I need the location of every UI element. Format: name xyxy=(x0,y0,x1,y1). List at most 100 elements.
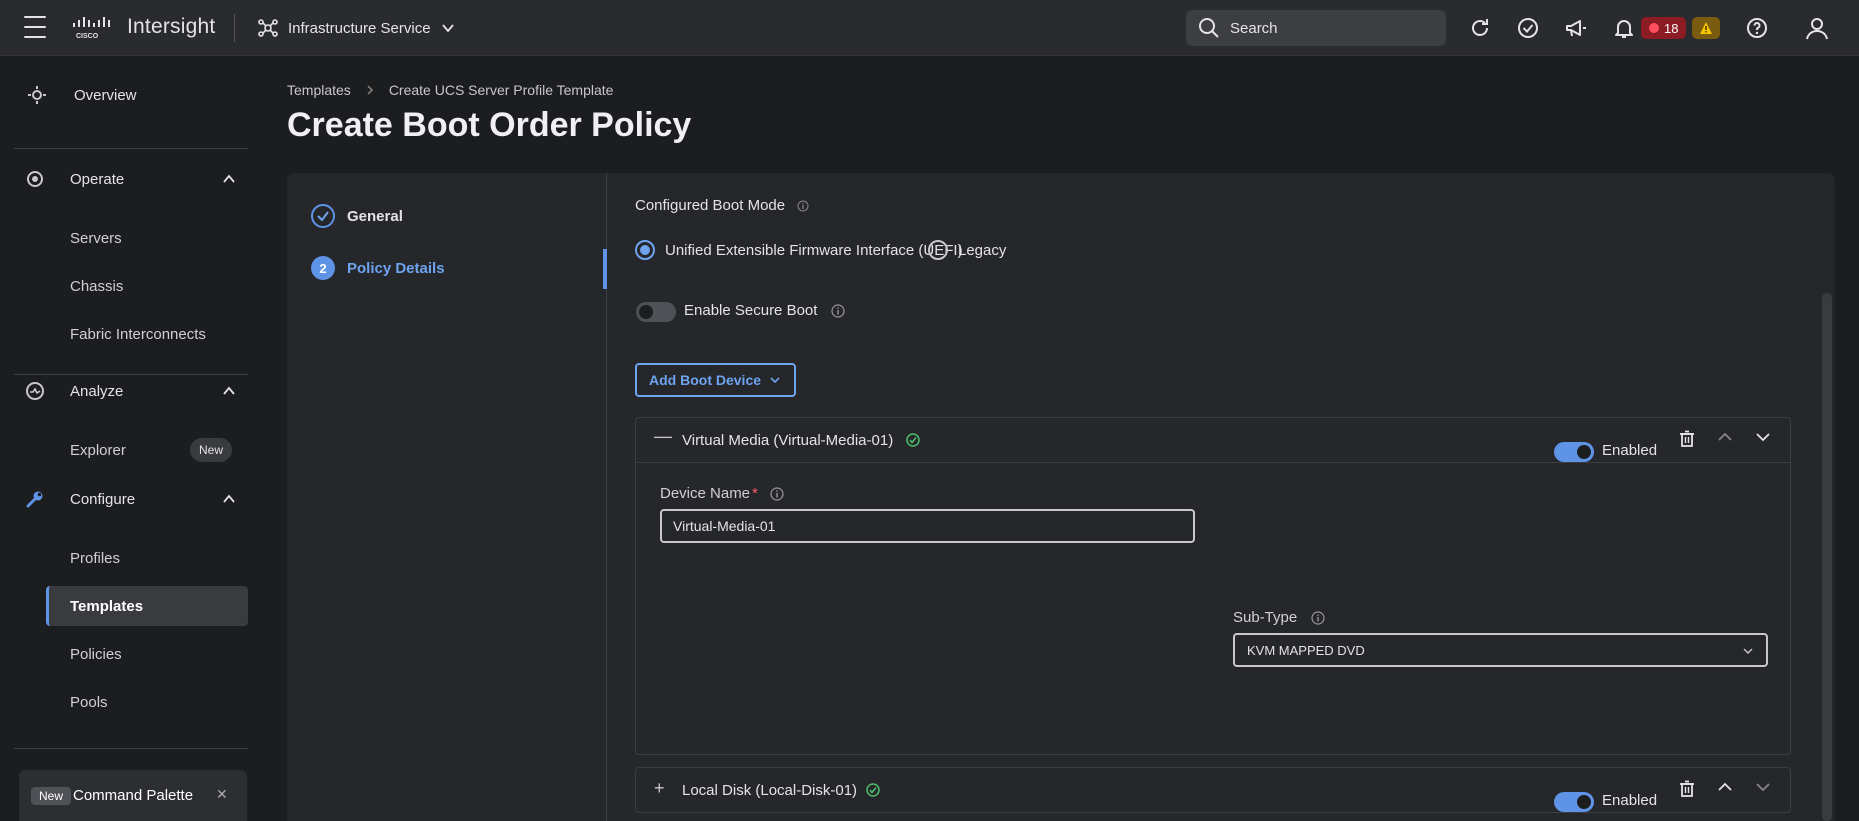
device-title: Virtual Media (Virtual-Media-01) xyxy=(682,431,894,449)
overview-label: Overview xyxy=(74,86,137,104)
radio-legacy[interactable]: Legacy xyxy=(928,240,1006,260)
radio-uefi[interactable]: Unified Extensible Firmware Interface (U… xyxy=(635,240,963,260)
warning-badge[interactable] xyxy=(1692,17,1720,39)
info-icon[interactable] xyxy=(770,486,784,501)
subtype-label: Sub-Type xyxy=(1233,609,1298,626)
device-enabled-toggle[interactable] xyxy=(1554,792,1594,812)
breadcrumb-create-template[interactable]: Create UCS Server Profile Template xyxy=(389,82,614,98)
secure-boot-label: Enable Secure Boot xyxy=(684,302,818,319)
sidebar-item-templates[interactable]: Templates xyxy=(46,586,248,626)
new-badge: New xyxy=(190,438,233,462)
boot-mode-label: Configured Boot Mode xyxy=(635,197,786,214)
breadcrumb-templates[interactable]: Templates xyxy=(287,82,351,98)
sidebar-section-configure[interactable]: Configure xyxy=(0,484,262,514)
breadcrumb: Templates Create UCS Server Profile Temp… xyxy=(287,82,613,98)
info-icon[interactable] xyxy=(1311,610,1325,625)
add-boot-device-button[interactable]: Add Boot Device xyxy=(635,363,796,397)
radio-uefi-label: Unified Extensible Firmware Interface (U… xyxy=(665,241,963,259)
expand-icon[interactable]: + xyxy=(654,778,665,799)
device-enabled-toggle[interactable] xyxy=(1554,442,1594,462)
refresh-icon[interactable] xyxy=(1466,14,1494,42)
sidebar-item-servers[interactable]: Servers xyxy=(46,218,248,258)
secure-boot-toggle[interactable] xyxy=(636,302,676,322)
subtype-heading: Sub-Type xyxy=(1233,609,1325,626)
move-up-icon[interactable] xyxy=(1714,426,1736,448)
step-general-label: General xyxy=(347,207,403,225)
device-enabled-label: Enabled xyxy=(1602,442,1658,459)
overview-icon xyxy=(26,84,48,106)
service-selector[interactable]: Infrastructure Service xyxy=(258,16,455,40)
step-policy-details-label: Policy Details xyxy=(347,259,445,277)
sidebar-item-fabric-interconnects[interactable]: Fabric Interconnects xyxy=(46,314,248,354)
help-icon[interactable] xyxy=(1743,14,1771,42)
sidebar-item-pools[interactable]: Pools xyxy=(46,682,248,722)
device-header: — Virtual Media (Virtual-Media-01) Enabl… xyxy=(636,418,1790,462)
required-asterisk: * xyxy=(752,485,758,502)
critical-alerts-badge[interactable]: 18 xyxy=(1641,17,1687,39)
device-body: Device Name * Sub-Type KVM MAPPED DVD xyxy=(636,462,1790,752)
info-icon[interactable] xyxy=(797,200,809,212)
wrench-icon xyxy=(24,488,46,510)
announcement-icon[interactable] xyxy=(1562,14,1590,42)
device-enabled-label: Enabled xyxy=(1602,792,1658,809)
boot-device-local-disk: + Local Disk (Local-Disk-01) Enabled xyxy=(635,767,1791,813)
device-name-label: Device Name xyxy=(660,485,751,502)
network-icon xyxy=(258,19,278,37)
radio-button[interactable] xyxy=(635,240,655,260)
chevron-right-icon xyxy=(367,85,373,95)
info-icon[interactable] xyxy=(831,303,846,318)
header-divider xyxy=(234,14,235,42)
trash-icon[interactable] xyxy=(1676,778,1698,800)
move-up-icon[interactable] xyxy=(1714,776,1736,798)
collapse-icon[interactable]: — xyxy=(654,426,672,447)
sidebar-divider xyxy=(14,748,248,749)
move-down-icon[interactable] xyxy=(1752,426,1774,448)
device-name-heading: Device Name * xyxy=(660,485,784,502)
tasks-check-icon[interactable] xyxy=(1514,14,1542,42)
svg-text:CISCO: CISCO xyxy=(76,33,99,40)
scrollbar[interactable] xyxy=(1822,293,1832,821)
user-icon[interactable] xyxy=(1803,14,1831,42)
menu-icon[interactable] xyxy=(22,16,48,38)
check-icon xyxy=(311,204,335,228)
step-policy-details[interactable]: 2 Policy Details xyxy=(311,256,445,280)
sidebar-item-chassis[interactable]: Chassis xyxy=(46,266,248,306)
policy-details-content: Configured Boot Mode Unified Extensible … xyxy=(607,173,1815,821)
sidebar-item-overview[interactable]: Overview xyxy=(0,80,262,110)
chevron-up-icon xyxy=(223,494,235,503)
search-input[interactable] xyxy=(1230,19,1430,37)
service-label: Infrastructure Service xyxy=(288,19,431,37)
alerts-count: 18 xyxy=(1664,20,1679,36)
sidebar: Overview Operate Servers Chassis Fabric … xyxy=(0,56,262,821)
radio-button[interactable] xyxy=(928,240,948,260)
page-title: Create Boot Order Policy xyxy=(287,106,692,144)
radio-legacy-label: Legacy xyxy=(958,241,1007,259)
subtype-select[interactable]: KVM MAPPED DVD xyxy=(1233,633,1768,667)
device-name-input[interactable] xyxy=(660,509,1195,543)
step-general[interactable]: General xyxy=(311,204,403,228)
sidebar-item-profiles[interactable]: Profiles xyxy=(46,538,248,578)
warning-icon xyxy=(1700,22,1712,34)
operate-label: Operate xyxy=(70,170,125,188)
secure-boot-row: Enable Secure Boot xyxy=(684,302,846,319)
trash-icon[interactable] xyxy=(1676,428,1698,450)
bell-icon[interactable] xyxy=(1610,14,1638,42)
chevron-down-icon xyxy=(770,377,780,384)
chevron-down-icon xyxy=(441,24,454,33)
wizard-panel: General 2 Policy Details Configured Boot… xyxy=(287,173,1835,821)
top-bar: CISCO Intersight Infrastructure Service xyxy=(0,0,1859,56)
sidebar-item-policies[interactable]: Policies xyxy=(46,634,248,674)
cisco-logo: CISCO xyxy=(73,17,110,40)
check-circle-icon xyxy=(866,783,880,797)
new-tag: New xyxy=(31,787,72,805)
move-down-icon[interactable] xyxy=(1752,776,1774,798)
sidebar-section-analyze[interactable]: Analyze xyxy=(0,376,262,406)
search-box[interactable] xyxy=(1186,10,1446,46)
sidebar-section-operate[interactable]: Operate xyxy=(0,164,262,194)
close-icon[interactable]: ✕ xyxy=(216,786,228,803)
step-number: 2 xyxy=(311,256,335,280)
analyze-icon xyxy=(24,380,46,402)
device-header: + Local Disk (Local-Disk-01) Enabled xyxy=(636,768,1790,812)
command-palette-button[interactable]: New Command Palette ✕ xyxy=(19,770,247,821)
command-palette-label: Command Palette xyxy=(73,787,194,804)
